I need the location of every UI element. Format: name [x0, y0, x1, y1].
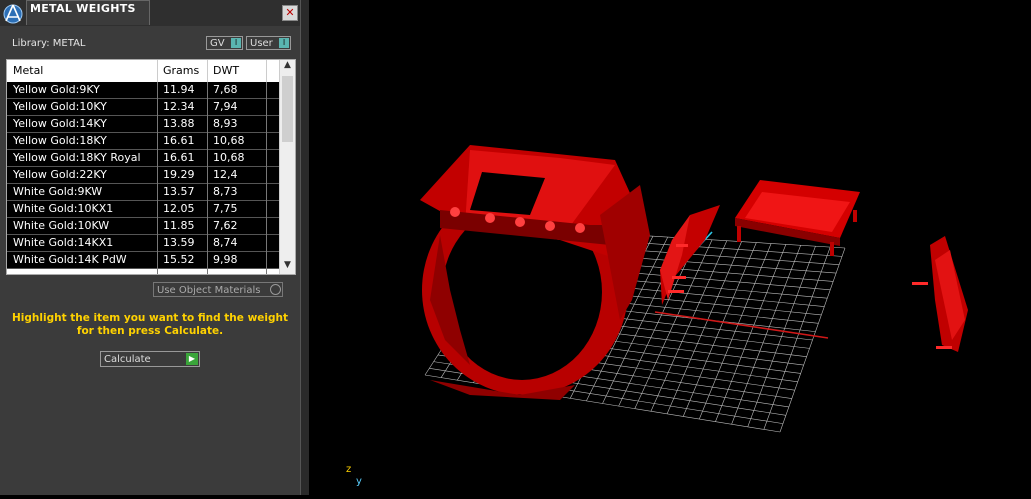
play-arrow-icon[interactable]: ▶ [186, 353, 198, 365]
cell-grams: 16.61 [163, 134, 195, 147]
ring-side-piece[interactable] [912, 236, 968, 352]
cell-grams: 15.52 [163, 253, 195, 266]
cell-dwt: 12,4 [213, 168, 238, 181]
app-logo-icon [3, 4, 23, 24]
instruction-text: Highlight the item you want to find the … [10, 312, 290, 338]
table-row[interactable]: Yellow Gold:22KY 19.29 12,4 [7, 167, 279, 184]
cell-dwt: 10,68 [213, 151, 245, 164]
use-object-materials-label: Use Object Materials [157, 285, 261, 296]
cell-metal: White Gold:14K PdW [13, 253, 127, 266]
table-row[interactable]: White Gold:9KW 13.57 8,73 [7, 184, 279, 201]
cell-metal: White Gold:10KW [13, 219, 110, 232]
cell-grams: 12.05 [163, 202, 195, 215]
scroll-thumb[interactable] [282, 76, 293, 142]
scroll-down-icon[interactable]: ▼ [280, 260, 295, 274]
table-row[interactable]: White Gold:10KW 11.85 7,62 [7, 218, 279, 235]
panel-splitter[interactable] [300, 0, 309, 495]
gv-toggle[interactable]: GV I [206, 36, 243, 50]
ring-shank-piece[interactable] [660, 205, 720, 305]
column-header-grams[interactable]: Grams [163, 64, 199, 77]
cell-dwt: 7,62 [213, 219, 238, 232]
cell-metal: Yellow Gold:22KY [13, 168, 107, 181]
table-row[interactable]: White Gold:10KX1 12.05 7,75 [7, 201, 279, 218]
cell-dwt: 7,94 [213, 100, 238, 113]
cell-metal: Yellow Gold:9KY [13, 83, 100, 96]
cell-metal: White Gold:14KX1 [13, 236, 114, 249]
cell-grams: 11.94 [163, 83, 195, 96]
cell-metal: Yellow Gold:18KY [13, 134, 107, 147]
cell-dwt: 8,93 [213, 117, 238, 130]
gv-toggle-label: GV [210, 38, 225, 49]
cell-metal: Yellow Gold:18KY Royal [13, 151, 141, 164]
cell-dwt: 8,73 [213, 185, 238, 198]
ring-model[interactable] [420, 145, 650, 400]
cell-dwt: 7,75 [213, 202, 238, 215]
cell-metal: Yellow Gold:14KY [13, 117, 107, 130]
table-row[interactable]: Yellow Gold:18KY 16.61 10,68 [7, 133, 279, 150]
cell-dwt: 10,68 [213, 134, 245, 147]
user-toggle[interactable]: User I [246, 36, 291, 50]
cell-metal: White Gold:10KX1 [13, 202, 114, 215]
cell-dwt: 8,74 [213, 236, 238, 249]
axis-z-label: z [346, 464, 352, 475]
calculate-label: Calculate [104, 354, 151, 365]
column-header-dwt[interactable]: DWT [213, 64, 239, 77]
cell-metal: White Gold:9KW [13, 185, 103, 198]
use-object-materials-checkbox[interactable]: Use Object Materials [153, 282, 283, 297]
axis-y-label: y [356, 476, 362, 487]
scroll-up-icon[interactable]: ▲ [280, 60, 295, 74]
cell-grams: 13.88 [163, 117, 195, 130]
panel-title: METAL WEIGHTS [30, 2, 136, 15]
cell-dwt: 9,98 [213, 253, 238, 266]
gv-toggle-switch[interactable]: I [231, 38, 241, 48]
close-button[interactable]: ✕ [282, 5, 298, 21]
user-toggle-switch[interactable]: I [279, 38, 289, 48]
cell-grams: 16.61 [163, 151, 195, 164]
metal-table: Metal Grams DWT Yellow Gold:9KY 11.94 7,68… [6, 59, 296, 275]
ring-top-plate[interactable] [735, 180, 860, 256]
cell-grams: 12.34 [163, 100, 195, 113]
table-header: Metal Grams DWT [7, 60, 279, 82]
table-row[interactable]: Yellow Gold:14KY 13.88 8,93 [7, 116, 279, 133]
cell-metal: Yellow Gold:10KY [13, 100, 107, 113]
3d-viewport[interactable]: z y [309, 0, 1031, 495]
instruction-line-2: for then press Calculate. [76, 325, 224, 337]
instruction-line-1: Highlight the item you want to find the … [12, 312, 288, 324]
cell-dwt: 7,68 [213, 83, 238, 96]
library-label: Library: METAL [12, 38, 86, 49]
cell-grams: 13.59 [163, 236, 195, 249]
table-row[interactable]: Yellow Gold:18KY Royal 16.61 10,68 [7, 150, 279, 167]
user-toggle-label: User [250, 38, 273, 49]
cell-grams: 11.85 [163, 219, 195, 232]
table-row[interactable]: White Gold:14KX1 13.59 8,74 [7, 235, 279, 252]
column-header-metal[interactable]: Metal [13, 64, 43, 77]
viewport-canvas[interactable] [309, 0, 1031, 495]
cell-grams: 19.29 [163, 168, 195, 181]
calculate-button[interactable]: Calculate ▶ [100, 351, 200, 367]
table-row[interactable]: White Gold:14K PdW 15.52 9,98 [7, 252, 279, 269]
panel-titlebar: METAL WEIGHTS ✕ [0, 0, 300, 26]
checkbox-icon[interactable] [270, 284, 281, 295]
metal-weights-panel: METAL WEIGHTS ✕ Library: METAL GV I User… [0, 0, 300, 495]
table-row[interactable]: Yellow Gold:9KY 11.94 7,68 [7, 82, 279, 99]
table-scrollbar[interactable]: ▲ ▼ [279, 60, 295, 274]
table-row[interactable]: Yellow Gold:10KY 12.34 7,94 [7, 99, 279, 116]
cell-grams: 13.57 [163, 185, 195, 198]
